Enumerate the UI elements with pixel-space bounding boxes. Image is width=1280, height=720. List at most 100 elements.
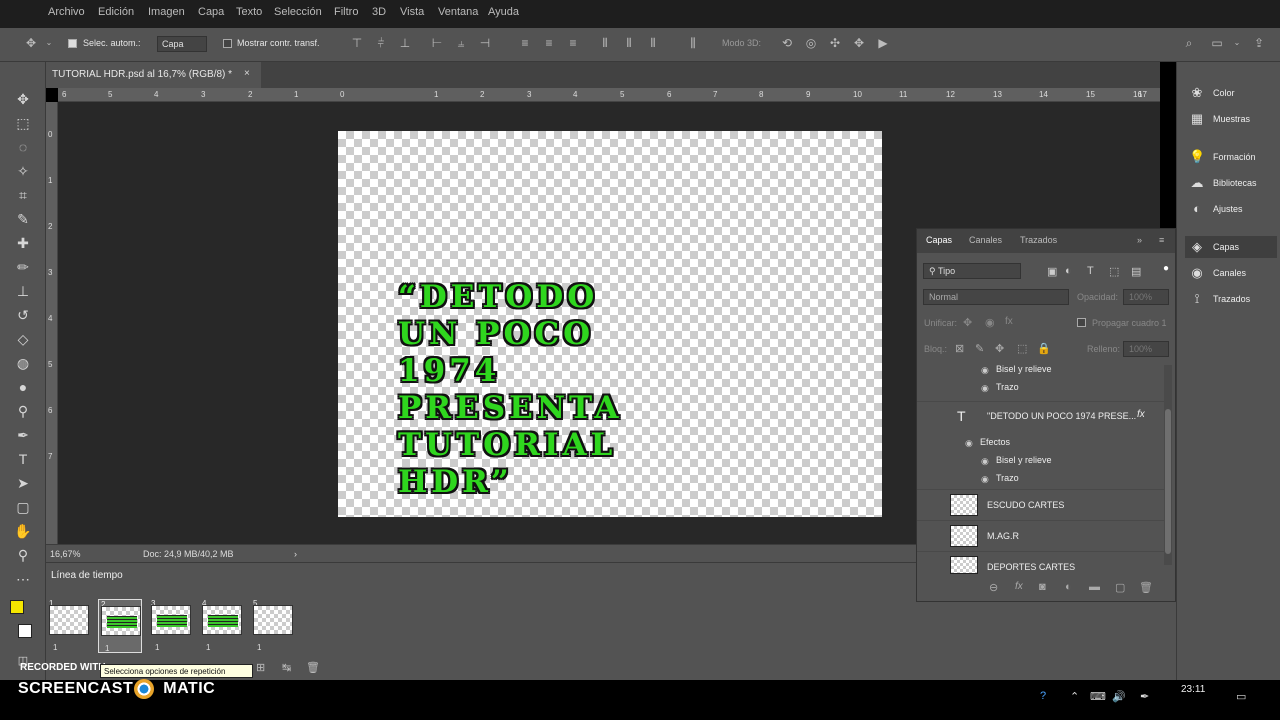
panel-color[interactable]: ❀ Color	[1185, 82, 1277, 104]
effect-stroke[interactable]: Trazo	[996, 473, 1019, 483]
distribute-right-icon[interactable]: ⫴	[646, 36, 660, 50]
fx-icon[interactable]: fx	[1137, 409, 1145, 420]
history-brush-tool-icon[interactable]: ↺	[14, 306, 32, 324]
frame-delay[interactable]: 1	[105, 644, 109, 653]
frame-delay[interactable]: 1	[206, 643, 210, 652]
menu-imagen[interactable]: Imagen	[148, 6, 185, 18]
tab-channels[interactable]: Canales	[969, 235, 1002, 245]
timeline-frame[interactable]: 11	[47, 599, 91, 653]
delete-frame-icon[interactable]: 🗑	[306, 661, 320, 674]
frame-delay[interactable]: 1	[257, 643, 261, 652]
filter-toggle-icon[interactable]: ●	[1163, 263, 1169, 274]
background-color-swatch[interactable]	[18, 624, 32, 638]
frame-delay[interactable]: 1	[155, 643, 159, 652]
orbit-3d-icon[interactable]: ⟲	[780, 36, 794, 50]
align-bottom-icon[interactable]: ⊥	[398, 36, 412, 50]
lock-pixels-icon[interactable]: ✎	[975, 342, 984, 355]
layer-row[interactable]: M.AG.R	[917, 520, 1165, 550]
blend-mode-dropdown[interactable]: Normal	[923, 289, 1069, 305]
taskbar-clock[interactable]: 23:11	[1181, 684, 1205, 695]
panel-formación[interactable]: 💡 Formación	[1185, 146, 1277, 168]
distribute-hcenter-icon[interactable]: ⫴	[622, 36, 636, 50]
new-layer-icon[interactable]: ▢	[1115, 581, 1125, 594]
search-icon[interactable]: ⌕	[1182, 36, 1196, 50]
crop-tool-icon[interactable]: ⌗	[14, 186, 32, 204]
menu-archivo[interactable]: Archivo	[48, 6, 85, 18]
panel-trazados[interactable]: ⟟ Trazados	[1185, 288, 1277, 310]
effect-bevel[interactable]: Bisel y relieve	[996, 455, 1052, 465]
lasso-tool-icon[interactable]: ◌	[14, 138, 32, 156]
panel-canales[interactable]: ◉ Canales	[1185, 262, 1277, 284]
timeline-frame[interactable]: 51	[251, 599, 295, 653]
marquee-tool-icon[interactable]: ⬚	[14, 114, 32, 132]
opacity-input[interactable]: 100%	[1123, 289, 1169, 305]
tween-icon[interactable]: ↹	[282, 661, 291, 674]
auto-select-target-dropdown[interactable]: Capa	[157, 36, 207, 52]
eye-icon[interactable]: ◉	[981, 365, 991, 376]
help-icon[interactable]: ?	[1040, 690, 1046, 702]
lock-artboard-icon[interactable]: ⬚	[1017, 342, 1027, 355]
filter-adjustment-icon[interactable]: ◐	[1065, 265, 1072, 277]
roll-3d-icon[interactable]: ◎	[804, 36, 818, 50]
eye-icon[interactable]: ◉	[965, 438, 975, 449]
link-layers-icon[interactable]: ⊖	[989, 581, 998, 594]
type-tool-icon[interactable]: T	[14, 450, 32, 468]
panel-menu-icon[interactable]: ≡	[1159, 235, 1164, 245]
distribute-vcenter-icon[interactable]: ≡	[542, 36, 556, 50]
align-right-icon[interactable]: ⊣	[478, 36, 492, 50]
workspace-icon[interactable]: ▭	[1210, 36, 1224, 50]
propagate-checkbox[interactable]	[1077, 318, 1086, 327]
eraser-tool-icon[interactable]: ◇	[14, 330, 32, 348]
zoom-tool-icon[interactable]: ⚲	[14, 546, 32, 564]
show-transform-checkbox[interactable]	[223, 39, 232, 48]
menu-edicion[interactable]: Edición	[98, 6, 134, 18]
eye-icon[interactable]: ◉	[981, 474, 991, 485]
distribute-top-icon[interactable]: ≡	[518, 36, 532, 50]
distribute-left-icon[interactable]: ⫴	[598, 36, 612, 50]
move-tool-icon[interactable]: ✥	[24, 36, 38, 50]
panel-bibliotecas[interactable]: ☁ Bibliotecas	[1185, 172, 1277, 194]
auto-select-checkbox[interactable]	[68, 39, 77, 48]
eye-icon[interactable]: ◉	[981, 383, 991, 394]
effect-bevel[interactable]: Bisel y relieve	[996, 364, 1052, 374]
timeline-frame[interactable]: 31	[149, 599, 193, 653]
scale-3d-icon[interactable]: ▶	[876, 36, 890, 50]
unify-style-icon[interactable]: fx	[1005, 316, 1013, 327]
panel-ajustes[interactable]: ◐ Ajustes	[1185, 198, 1277, 220]
frame-delay[interactable]: 1	[53, 643, 57, 652]
tab-layers[interactable]: Capas	[926, 235, 952, 245]
layers-scrollbar-thumb[interactable]	[1165, 409, 1171, 554]
menu-ayuda[interactable]: Ayuda	[488, 6, 519, 18]
healing-brush-tool-icon[interactable]: ✚	[14, 234, 32, 252]
workspace-chevron-icon[interactable]: ⌄	[1230, 36, 1244, 50]
menu-ventana[interactable]: Ventana	[438, 6, 478, 18]
more-tools-icon[interactable]: ⋯	[14, 570, 32, 588]
filter-pixel-icon[interactable]: ▣	[1047, 265, 1057, 278]
zoom-level[interactable]: 16,67%	[50, 549, 81, 559]
close-icon[interactable]: ×	[244, 68, 250, 79]
share-icon[interactable]: ⇪	[1252, 36, 1266, 50]
pen-tool-icon[interactable]: ✒	[14, 426, 32, 444]
layer-filter-dropdown[interactable]: ⚲ Tipo	[923, 263, 1021, 279]
rectangle-tool-icon[interactable]: ▢	[14, 498, 32, 516]
tray-chevron-icon[interactable]: ⌃	[1070, 690, 1079, 703]
align-vcenter-icon[interactable]: ⫩	[374, 36, 388, 50]
clone-stamp-tool-icon[interactable]: ⊥	[14, 282, 32, 300]
pan-3d-icon[interactable]: ✣	[828, 36, 842, 50]
document-tab[interactable]: TUTORIAL HDR.psd al 16,7% (RGB/8) * ×	[46, 62, 261, 88]
pen-icon[interactable]: ✒	[1140, 690, 1149, 703]
brush-tool-icon[interactable]: ✏	[14, 258, 32, 276]
chevron-down-icon[interactable]: ⌄	[42, 36, 56, 50]
hand-tool-icon[interactable]: ✋	[14, 522, 32, 540]
magic-wand-tool-icon[interactable]: ✧	[14, 162, 32, 180]
align-left-icon[interactable]: ⊢	[430, 36, 444, 50]
eye-icon[interactable]: ◉	[981, 456, 991, 467]
unify-position-icon[interactable]: ✥	[963, 316, 972, 329]
layer-row-text[interactable]: T "DETODO UN POCO 1974 PRESE... fx	[917, 401, 1165, 431]
distribute-bottom-icon[interactable]: ≡	[566, 36, 580, 50]
timeline-frame[interactable]: 41	[200, 599, 244, 653]
filter-shape-icon[interactable]: ⬚	[1109, 265, 1119, 278]
menu-capa[interactable]: Capa	[198, 6, 224, 18]
add-style-icon[interactable]: fx	[1015, 581, 1023, 592]
filter-smart-icon[interactable]: ▤	[1131, 265, 1141, 278]
